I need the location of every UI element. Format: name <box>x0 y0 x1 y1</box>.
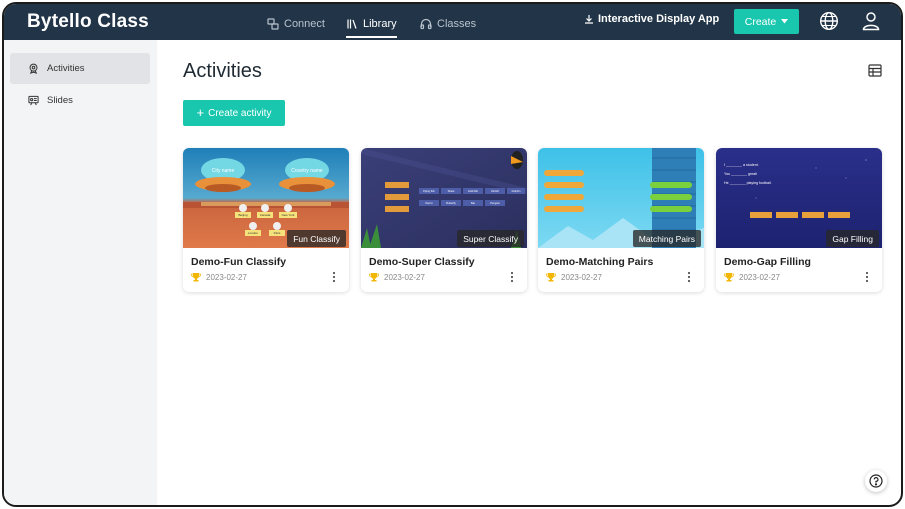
caret-down-icon <box>781 19 789 24</box>
activity-type-badge: Super Classify <box>457 230 524 247</box>
sidebar-item-label: Activities <box>47 63 85 74</box>
trophy-icon <box>724 273 734 282</box>
nav-classes[interactable]: Classes <box>420 14 476 34</box>
trophy-icon <box>546 273 556 282</box>
create-button-label: Create <box>744 15 777 28</box>
activity-name: Demo-Matching Pairs <box>546 256 654 268</box>
thumb-label: Beijing <box>238 213 247 217</box>
classes-icon <box>420 18 432 30</box>
thumb-label: City name <box>212 168 235 174</box>
thumb-label: I ________ a student. <box>724 163 759 167</box>
trophy-icon <box>29 63 38 74</box>
create-activity-button[interactable]: + Create activity <box>183 100 285 126</box>
activity-card[interactable]: Flying fish Shark Gold fish Ostrich Dolp… <box>361 148 527 292</box>
page-title: Activities <box>183 60 262 82</box>
user-icon[interactable] <box>862 11 880 31</box>
activity-meta: 2023-02-27 <box>369 272 425 282</box>
activity-date: 2023-02-27 <box>561 272 602 282</box>
activity-type-badge: Gap Filling <box>826 230 879 247</box>
app-logo[interactable]: Bytello Class <box>27 11 149 33</box>
create-activity-label: Create activity <box>208 107 272 119</box>
table-view-icon[interactable] <box>868 64 882 77</box>
activity-date: 2023-02-27 <box>739 272 780 282</box>
connect-icon <box>267 18 279 30</box>
thumb-label: Shark <box>448 189 455 193</box>
download-icon <box>585 15 593 24</box>
more-options-icon[interactable] <box>329 271 339 283</box>
nav-connect-label: Connect <box>284 18 325 30</box>
help-icon <box>869 474 883 488</box>
app-window: Bytello Class Connect Library Classes In… <box>2 2 903 507</box>
create-button[interactable]: Create <box>734 9 799 34</box>
thumb-label: Dolphin <box>512 189 521 193</box>
library-icon <box>347 19 357 29</box>
more-options-icon[interactable] <box>507 271 517 283</box>
activity-card[interactable]: City name Country name Beijing Canada Ne… <box>183 148 349 292</box>
thumb-label: Parrot <box>425 201 432 205</box>
thumb-label: Penguin <box>490 201 500 205</box>
trophy-icon <box>369 273 379 282</box>
nav-connect[interactable]: Connect <box>267 14 325 34</box>
thumb-label: New York <box>282 213 295 217</box>
nav-classes-label: Classes <box>437 18 477 30</box>
more-options-icon[interactable] <box>862 271 872 283</box>
sidebar: Activities Slides <box>4 40 157 505</box>
top-bar: Bytello Class Connect Library Classes In… <box>4 4 901 40</box>
slides-icon <box>28 95 39 106</box>
activity-meta: 2023-02-27 <box>546 272 602 282</box>
globe-icon[interactable] <box>819 11 839 31</box>
thumb-label: London <box>248 231 258 235</box>
sidebar-item-activities[interactable]: Activities <box>10 53 150 84</box>
thumb-label: Canada <box>260 213 271 217</box>
activity-name: Demo-Gap Filling <box>724 256 811 268</box>
activity-date: 2023-02-27 <box>206 272 247 282</box>
interactive-display-app-link[interactable]: Interactive Display App <box>584 13 719 25</box>
sidebar-item-slides[interactable]: Slides <box>10 85 150 116</box>
thumb-label: He ________ playing football. <box>724 181 772 185</box>
thumb-label: Flying fish <box>423 189 435 193</box>
activity-type-badge: Fun Classify <box>287 230 346 247</box>
thumb-label: Gold fish <box>468 189 479 193</box>
plus-icon: + <box>196 105 205 120</box>
thumb-label: Butterfly <box>446 201 456 205</box>
help-button[interactable] <box>865 470 887 492</box>
thumb-label: Bat <box>471 201 475 205</box>
activity-card[interactable]: I ________ a student. You ________ great… <box>716 148 882 292</box>
activity-meta: 2023-02-27 <box>724 272 780 282</box>
activity-date: 2023-02-27 <box>384 272 425 282</box>
more-options-icon[interactable] <box>684 271 694 283</box>
nav-library-label: Library <box>363 18 397 30</box>
thumb-label: Ostrich <box>491 189 500 193</box>
activity-card[interactable]: Matching Pairs Demo-Matching Pairs 2023-… <box>538 148 704 292</box>
interactive-display-app-label: Interactive Display App <box>598 13 720 25</box>
nav-library[interactable]: Library <box>346 14 397 38</box>
activity-name: Demo-Super Classify <box>369 256 475 268</box>
activity-type-badge: Matching Pairs <box>632 230 701 247</box>
thumb-label: Paris <box>274 231 281 235</box>
trophy-icon <box>191 273 201 282</box>
activity-name: Demo-Fun Classify <box>191 256 287 268</box>
activity-meta: 2023-02-27 <box>191 272 247 282</box>
sidebar-item-label: Slides <box>47 95 73 106</box>
thumb-label: You ________ great! <box>724 172 757 176</box>
thumb-label: Country name <box>291 168 323 174</box>
